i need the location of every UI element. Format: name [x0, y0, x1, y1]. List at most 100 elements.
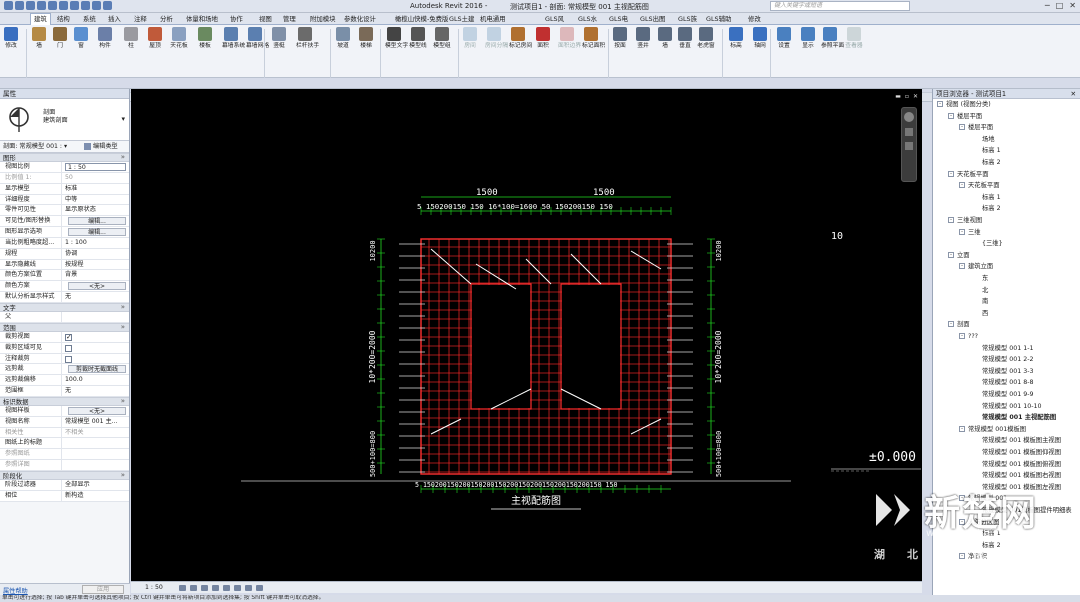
- ribbon-button-28[interactable]: 老虎窗: [697, 27, 715, 50]
- ribbon-button-4[interactable]: 构件: [96, 27, 114, 50]
- ribbon-button-14[interactable]: 楼梯: [357, 27, 375, 50]
- tab-9[interactable]: 管理: [283, 14, 296, 23]
- property-checkbox[interactable]: [65, 355, 72, 363]
- view-close-button[interactable]: ✕: [913, 93, 918, 100]
- measure-icon[interactable]: [70, 1, 79, 10]
- property-value[interactable]: [62, 460, 129, 470]
- text-icon[interactable]: [81, 1, 90, 10]
- ribbon-button-19[interactable]: 房间分隔: [485, 27, 508, 50]
- browser-node[interactable]: -???: [959, 333, 978, 341]
- browser-node[interactable]: {三维}: [970, 240, 1003, 248]
- browser-node[interactable]: 常规模型 001 模板图主视图: [970, 437, 1061, 445]
- ribbon-button-9[interactable]: 幕墙系统: [222, 27, 245, 50]
- apply-button[interactable]: 应用: [82, 585, 124, 594]
- property-value[interactable]: 不相关: [62, 428, 129, 438]
- property-button[interactable]: <无>: [68, 282, 126, 291]
- ribbon-button-8[interactable]: 楼板: [196, 27, 214, 50]
- ribbon-button-1[interactable]: 墙: [30, 27, 48, 50]
- 3d-view-icon[interactable]: [92, 1, 101, 10]
- app-menu-icon[interactable]: [4, 1, 13, 10]
- type-dropdown-arrow-icon[interactable]: ▾: [121, 115, 125, 123]
- tab-1[interactable]: 结构: [57, 14, 70, 23]
- expand-toggle-icon[interactable]: -: [959, 263, 965, 270]
- section-icon[interactable]: [103, 1, 112, 10]
- expand-toggle-icon[interactable]: -: [959, 425, 965, 432]
- ribbon-button-23[interactable]: 标记面积: [582, 27, 605, 50]
- tab-5[interactable]: 分析: [160, 14, 173, 23]
- property-value[interactable]: 1 : 100: [62, 238, 129, 248]
- property-value[interactable]: 无: [62, 386, 129, 396]
- ribbon-button-32[interactable]: 显示: [799, 27, 817, 50]
- expand-toggle-icon[interactable]: -: [948, 217, 954, 223]
- browser-node[interactable]: 常规模型 001模板图提件明细表: [970, 507, 1072, 515]
- browser-node[interactable]: 常规模型 001 10-10: [970, 403, 1042, 411]
- tab-7[interactable]: 协作: [230, 14, 243, 23]
- browser-node[interactable]: 标高 2: [970, 205, 1001, 213]
- browser-node[interactable]: 常规模型 001 主视配筋图: [970, 414, 1056, 422]
- ribbon-button-18[interactable]: 房间: [461, 27, 479, 50]
- ribbon-button-15[interactable]: 模型文字: [385, 27, 408, 50]
- ribbon-button-12[interactable]: 栏杆扶手: [296, 27, 319, 50]
- ribbon-button-24[interactable]: 按面: [611, 27, 629, 50]
- tab-10[interactable]: 附加模块: [310, 14, 336, 23]
- browser-node[interactable]: 标高 2: [970, 542, 1001, 550]
- browser-node[interactable]: - 剖面: [948, 321, 970, 329]
- tab-8[interactable]: 视图: [259, 14, 272, 23]
- browser-node[interactable]: 标高 1: [970, 147, 1001, 155]
- tab-18[interactable]: GLS出图: [640, 14, 665, 23]
- ribbon-button-3[interactable]: 窗: [72, 27, 90, 50]
- browser-node[interactable]: 西: [970, 310, 988, 318]
- tab-13[interactable]: GLS土建: [449, 14, 474, 23]
- property-button[interactable]: 剪裁时无截面线: [68, 365, 126, 374]
- ribbon-button-34[interactable]: 查看器: [845, 27, 863, 50]
- tab-11[interactable]: 参数化设计: [344, 14, 376, 23]
- browser-node[interactable]: - 净面积: [959, 553, 987, 561]
- edit-type-button[interactable]: 编辑类型: [84, 141, 118, 153]
- tab-19[interactable]: GLS族: [678, 14, 697, 23]
- tab-16[interactable]: GLS水: [578, 14, 597, 23]
- property-group-header[interactable]: 文字: [0, 302, 129, 312]
- redo-icon[interactable]: [48, 1, 57, 10]
- browser-node[interactable]: - 立面: [948, 251, 970, 260]
- browser-node[interactable]: 标高 1: [970, 530, 1001, 538]
- ribbon-button-7[interactable]: 天花板: [170, 27, 188, 50]
- search-input[interactable]: 键入关键字或短语: [770, 1, 910, 11]
- ribbon-button-30[interactable]: 轴网: [751, 27, 769, 50]
- property-value[interactable]: 标准: [62, 184, 129, 194]
- ribbon-button-25[interactable]: 竖井: [634, 27, 652, 50]
- browser-node[interactable]: - 楼层平面: [948, 112, 982, 121]
- ribbon-button-2[interactable]: 门: [51, 27, 69, 50]
- browser-node[interactable]: 常规模型 001 3-3: [970, 368, 1034, 376]
- close-button[interactable]: ✕: [1069, 1, 1076, 10]
- property-value[interactable]: 中等: [62, 195, 129, 205]
- browser-close-icon[interactable]: ✕: [1070, 89, 1076, 99]
- property-value[interactable]: [62, 449, 129, 459]
- browser-node[interactable]: - 三维视图: [948, 217, 982, 225]
- property-button[interactable]: 编辑...: [68, 228, 126, 237]
- browser-node[interactable]: 常规模型 001 模板图俯视图: [970, 461, 1061, 469]
- property-button[interactable]: <无>: [68, 406, 126, 415]
- ribbon-button-29[interactable]: 标高: [727, 27, 745, 50]
- property-value[interactable]: 显示原状态: [62, 205, 129, 215]
- browser-node[interactable]: 标高 2: [970, 159, 1001, 167]
- browser-node[interactable]: - 三维: [959, 228, 981, 237]
- ribbon-button-11[interactable]: 竖梃: [270, 27, 288, 50]
- tab-21[interactable]: 修改: [748, 14, 761, 23]
- tab-4[interactable]: 注释: [134, 14, 147, 23]
- view-restore-button[interactable]: ▫: [905, 93, 909, 100]
- property-group-header[interactable]: 阶段化: [0, 470, 129, 480]
- type-selector[interactable]: 剖面: 常规模型 001 : ▾ 编辑类型: [0, 141, 129, 153]
- browser-node[interactable]: - 天花板平面: [948, 170, 988, 179]
- view-scale[interactable]: 1 : 50: [145, 584, 163, 591]
- property-value[interactable]: 无: [62, 292, 129, 302]
- property-checkbox[interactable]: [65, 344, 72, 352]
- expand-toggle-icon[interactable]: -: [937, 101, 943, 107]
- ribbon-button-6[interactable]: 屋顶: [146, 27, 164, 50]
- expand-toggle-icon[interactable]: -: [959, 228, 965, 235]
- expand-toggle-icon[interactable]: -: [959, 495, 965, 502]
- browser-node[interactable]: 常规模型 001 模板图左视图: [970, 484, 1061, 492]
- property-group-header[interactable]: 图形: [0, 153, 129, 162]
- ribbon-button-16[interactable]: 模型线: [409, 27, 427, 50]
- browser-node[interactable]: 场地: [970, 136, 995, 144]
- hide-icon[interactable]: [245, 585, 252, 591]
